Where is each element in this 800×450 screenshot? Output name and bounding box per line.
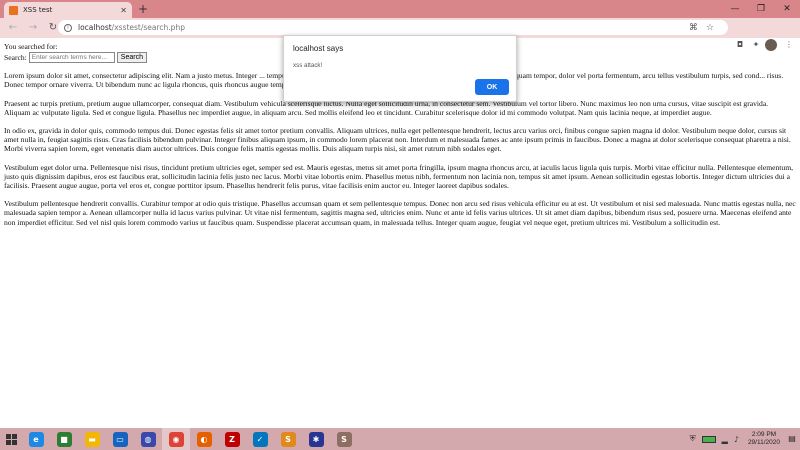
paragraph: Vestibulum eget dolor urna. Pellentesque… bbox=[4, 162, 794, 191]
clock[interactable]: 2:09 PM 29/11/2020 bbox=[748, 431, 780, 447]
clock-time: 2:09 PM bbox=[751, 431, 777, 438]
ok-button[interactable]: OK bbox=[475, 79, 509, 95]
tab-xss-test[interactable]: XSS test ✕ bbox=[4, 2, 132, 18]
translate-icon[interactable]: ⌘ bbox=[689, 23, 698, 33]
taskbar-app-button[interactable]: ◉ bbox=[162, 428, 190, 450]
back-button[interactable]: ← bbox=[6, 21, 20, 35]
volume-icon[interactable]: ♪ bbox=[734, 435, 739, 444]
url-host: localhost bbox=[78, 23, 112, 32]
notification-icon[interactable]: ▤ bbox=[786, 433, 798, 445]
taskbar-app-button[interactable]: ✓ bbox=[246, 428, 274, 450]
site-info-icon[interactable]: i bbox=[64, 23, 72, 32]
settings-app-icon: ✱ bbox=[308, 431, 324, 447]
taskbar-app-button[interactable]: e bbox=[22, 428, 50, 450]
tab-favicon-icon bbox=[9, 5, 18, 15]
search-input[interactable] bbox=[28, 52, 115, 64]
taskbar-app-button[interactable]: ◍ bbox=[134, 428, 162, 450]
maximize-button[interactable]: ❐ bbox=[748, 0, 774, 18]
taskbar-app-button[interactable]: ✱ bbox=[302, 428, 330, 450]
alert-dialog: localhost says xss attack! OK bbox=[283, 35, 517, 102]
firefox-icon: ◐ bbox=[196, 431, 212, 447]
minimize-button[interactable]: — bbox=[722, 0, 748, 18]
new-tab-button[interactable]: + bbox=[136, 2, 150, 16]
taskbar-app-button[interactable]: ▭ bbox=[106, 428, 134, 450]
clock-date: 29/11/2020 bbox=[747, 439, 780, 446]
chrome-icon: ◉ bbox=[168, 431, 184, 447]
remote-desktop-icon: ▭ bbox=[112, 431, 128, 447]
taskbar-app-button[interactable]: ▬ bbox=[78, 428, 106, 450]
paragraph: Vestibulum pellentesque hendrerit conval… bbox=[4, 199, 796, 227]
forward-button[interactable]: → bbox=[26, 21, 40, 35]
file-explorer-icon: ▬ bbox=[84, 431, 100, 447]
filezilla-icon: Z bbox=[224, 431, 240, 447]
defender-shield-icon[interactable]: ⛨ bbox=[690, 434, 696, 444]
store-icon: ■ bbox=[56, 431, 72, 447]
taskbar-apps: e ■ ▬ ▭ ◍ ◉ ◐ Z ✓ S ✱ S bbox=[22, 428, 358, 450]
sublime-text-2-icon: S bbox=[336, 431, 352, 447]
url-path: /xsstest/search.php bbox=[111, 23, 185, 32]
sublime-text-icon: S bbox=[280, 431, 296, 447]
system-tray: ⛨ ▂ ♪ 2:09 PM 29/11/2020 ▤ bbox=[687, 428, 800, 450]
close-window-button[interactable]: ✕ bbox=[774, 0, 800, 18]
bookmark-star-icon[interactable]: ☆ bbox=[706, 23, 714, 33]
address-bar[interactable]: i localhost/xsstest/search.php ⌘ ☆ bbox=[58, 20, 728, 35]
windows-logo-icon bbox=[5, 433, 17, 445]
start-button[interactable] bbox=[0, 428, 22, 450]
network-wifi-icon[interactable]: ▂ bbox=[722, 435, 728, 444]
wing-icon: ✓ bbox=[252, 431, 268, 447]
browser-title-bar: XSS test ✕ + — ❐ ✕ bbox=[0, 0, 800, 18]
taskbar-app-button[interactable]: ◐ bbox=[190, 428, 218, 450]
tab-title: XSS test bbox=[23, 6, 53, 14]
search-button[interactable]: Search bbox=[116, 52, 147, 64]
paragraph: In odio ex, gravida in dolor quis, commo… bbox=[4, 126, 791, 154]
taskbar-app-button[interactable]: Z bbox=[218, 428, 246, 450]
taskbar-app-button[interactable]: S bbox=[274, 428, 302, 450]
dialog-title: localhost says bbox=[293, 44, 344, 53]
dialog-message: xss attack! bbox=[293, 62, 323, 69]
taskbar: e ■ ▬ ▭ ◍ ◉ ◐ Z ✓ S ✱ S ⛨ ▂ ♪ 2:09 PM 29/11/2020 ▤ bbox=[0, 428, 800, 450]
network-icon: ◍ bbox=[140, 431, 156, 447]
taskbar-app-button[interactable]: S bbox=[330, 428, 358, 450]
taskbar-app-button[interactable]: ■ bbox=[50, 428, 78, 450]
search-label: Search: bbox=[4, 53, 27, 63]
battery-icon[interactable] bbox=[701, 435, 716, 443]
internet-explorer-icon: e bbox=[28, 431, 44, 447]
tab-close-icon[interactable]: ✕ bbox=[120, 6, 127, 15]
